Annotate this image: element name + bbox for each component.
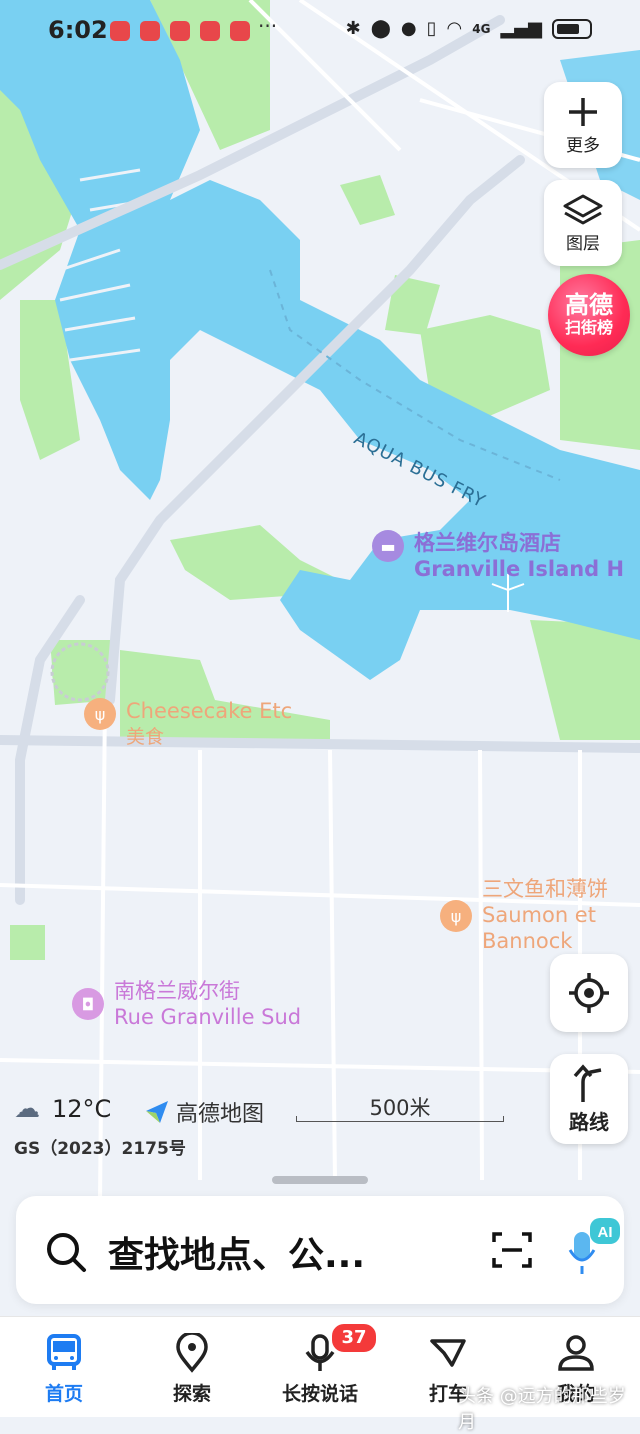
svg-text:AI: AI [598, 1224, 613, 1241]
profile-icon [558, 1335, 594, 1371]
poi-name-zh: 南格兰威尔街 [114, 979, 240, 1003]
poi-name-zh: 格兰维尔岛酒店 [414, 531, 561, 555]
weather-temp: 12°C [52, 1095, 112, 1123]
drag-handle[interactable] [272, 1176, 368, 1184]
tab-explore[interactable]: 探索 [128, 1317, 256, 1417]
route-arrow-icon [573, 1063, 602, 1102]
status-icons: ✱ ⬤ ● ▯ ◠ 4G ▂▄▆ [346, 18, 592, 39]
tab-label: 首页 [44, 1383, 83, 1405]
tab-label: 长按说话 [281, 1383, 358, 1405]
location-icon: ⬤ [370, 18, 391, 39]
poi-name-en: Cheesecake Etc [126, 699, 293, 723]
more-label: 更多 [566, 135, 600, 156]
tab-home[interactable]: 首页 [0, 1317, 128, 1417]
hotel-icon: ▬ [372, 530, 404, 562]
bus-icon [47, 1334, 81, 1370]
network-type: 4G [472, 21, 491, 36]
layers-button[interactable]: 图层 [544, 180, 622, 266]
bluetooth-icon: ✱ [345, 18, 361, 39]
amap-logo-icon [146, 1101, 168, 1123]
route-label: 路线 [569, 1109, 609, 1134]
poi-shopping-street[interactable]: ◘ 南格兰威尔街 Rue Granville Sud [72, 978, 301, 1030]
location-pin-icon [176, 1333, 208, 1373]
vibrate-icon: ▯ [426, 18, 437, 39]
watermark: 头条 @远方的那些岁月 [458, 1386, 626, 1433]
notification-icon [140, 21, 160, 41]
locate-me-button[interactable] [550, 954, 628, 1032]
layers-label: 图层 [566, 233, 600, 254]
signal-icon: ▂▄▆ [500, 18, 542, 39]
search-icon [47, 1233, 86, 1272]
notification-icon [200, 21, 220, 41]
brand-logo: 高德地图 [144, 1096, 264, 1128]
poi-restaurant-cheesecake[interactable]: ψ Cheesecake Etc 美食 [84, 698, 292, 750]
hotlist-line2: 扫街榜 [564, 318, 613, 337]
weather-widget[interactable]: ☁ 12°C [14, 1094, 111, 1124]
poi-name-en-2: Bannock [482, 929, 573, 953]
map-scale: 500米 [296, 1092, 504, 1124]
hotlist-button[interactable]: 高德 扫街榜 [548, 274, 630, 356]
notification-icon [170, 21, 190, 41]
search-placeholder[interactable]: 查找地点、公... [108, 1226, 365, 1278]
crosshair-icon [569, 973, 609, 1013]
hotlist-line1: 高德 [565, 291, 613, 319]
scale-bar [296, 1116, 504, 1122]
layers-icon [563, 194, 603, 224]
route-button[interactable]: 路线 [550, 1054, 628, 1144]
plus-icon [569, 97, 597, 126]
scan-icon[interactable] [490, 1228, 534, 1272]
brand-name: 高德地图 [176, 1102, 265, 1127]
restaurant-icon: ψ [84, 698, 116, 730]
poi-name-en: Granville Island H [414, 557, 625, 581]
more-notifications-indicator: ··· [258, 14, 278, 38]
map-license: GS（2023）2175号 [14, 1139, 186, 1159]
search-bar[interactable]: 查找地点、公... AI [16, 1196, 624, 1304]
notification-icon [230, 21, 250, 41]
restaurant-icon: ψ [440, 900, 472, 932]
taxi-icon [430, 1339, 466, 1367]
more-button[interactable]: 更多 [544, 82, 622, 168]
poi-name-en: Rue Granville Sud [114, 1005, 302, 1029]
poi-category: 美食 [126, 726, 165, 748]
poi-name-zh: 三文鱼和薄饼 [482, 877, 608, 901]
notification-icon [110, 21, 130, 41]
notification-badge: 37 [330, 1322, 378, 1354]
poi-restaurant-saumon[interactable]: ψ 三文鱼和薄饼 Saumon et Bannock [440, 876, 608, 954]
tab-label: 探索 [172, 1383, 211, 1405]
roundabout [50, 642, 110, 702]
wifi-icon: ◠ [446, 18, 463, 39]
cloudy-icon: ☁ [14, 1094, 40, 1124]
battery-icon [552, 18, 592, 39]
status-bar: 6:02 ··· ✱ ⬤ ● ▯ ◠ 4G ▂▄▆ [0, 0, 640, 62]
microphone-status-icon: ● [400, 18, 417, 39]
status-time: 6:02 [48, 16, 108, 44]
poi-name-en-1: Saumon et [482, 903, 596, 927]
poi-hotel[interactable]: ▬ 格兰维尔岛酒店 Granville Island H [372, 530, 624, 582]
ai-voice-icon[interactable]: AI [568, 1218, 620, 1278]
shopping-icon: ◘ [72, 988, 104, 1020]
